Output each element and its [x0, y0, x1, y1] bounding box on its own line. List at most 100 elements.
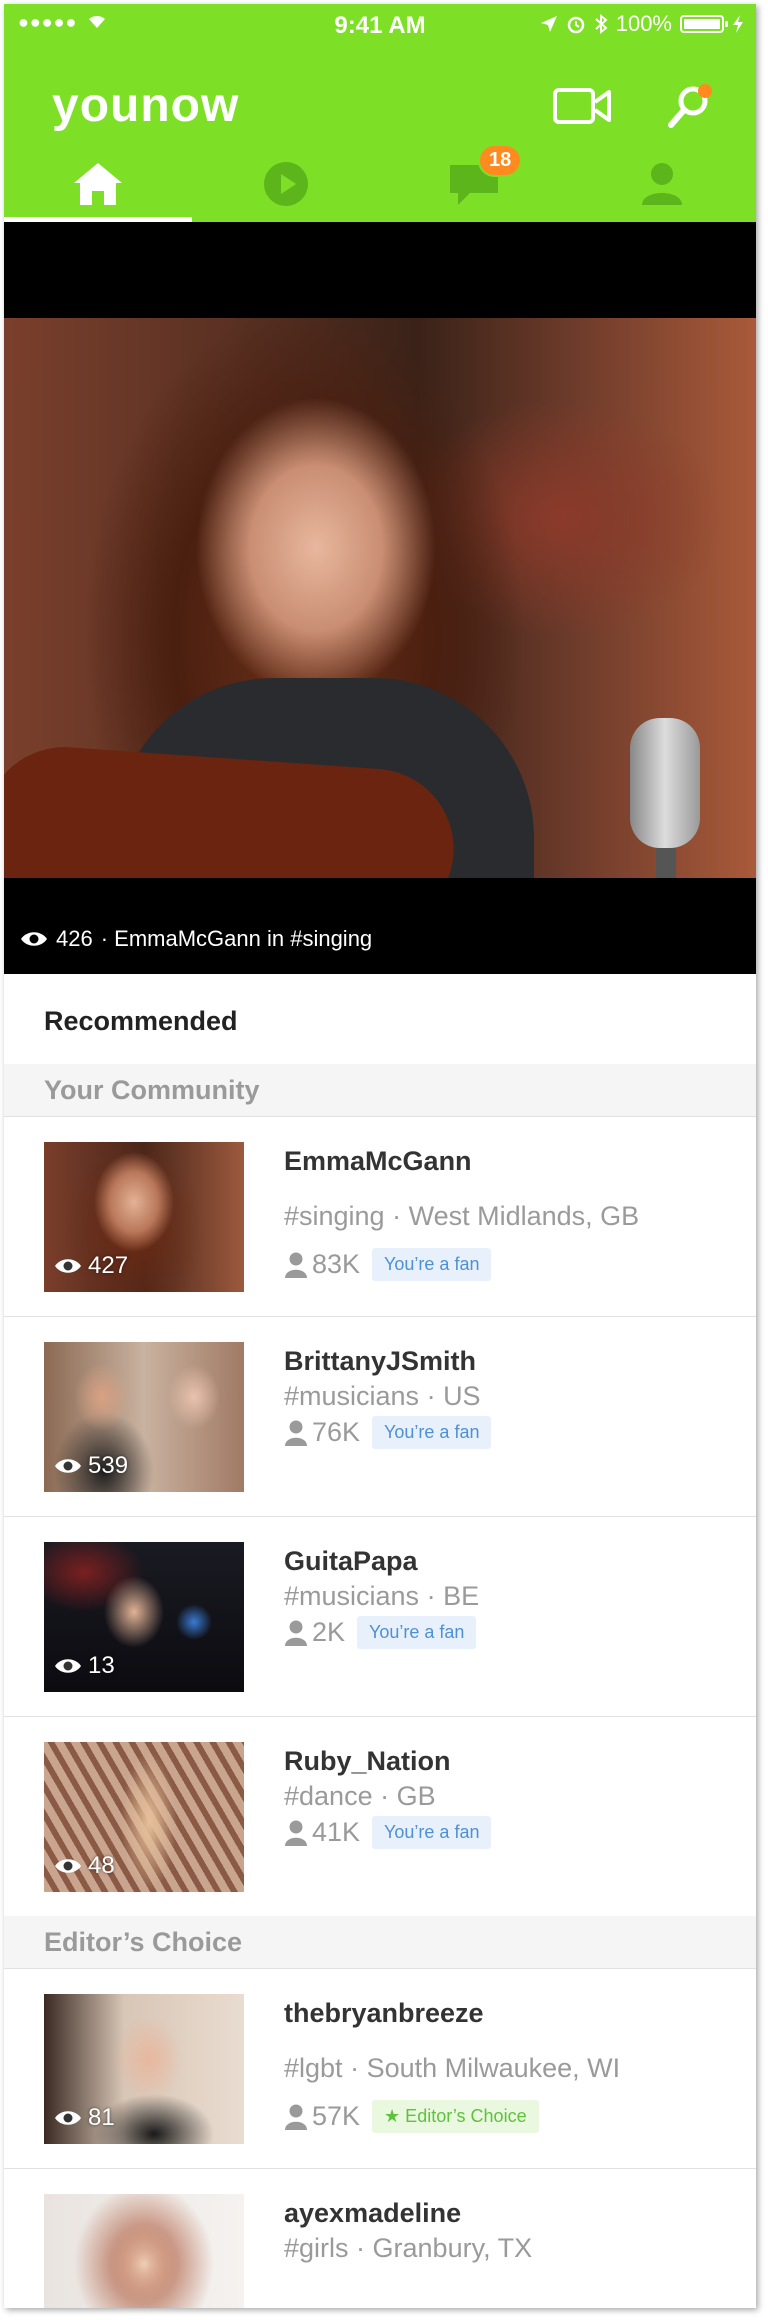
featured-broadcast[interactable]: 426 · EmmaMcGann in #singing	[4, 222, 756, 974]
views-value: 48	[88, 1852, 115, 1879]
fan-count: 2K	[312, 1617, 346, 1647]
app-frame: ●●●●● 9:41 AM 100% younow 18 426 · EmmaM…	[4, 4, 756, 2308]
broadcast-thumbnail[interactable]: 539	[44, 1342, 244, 1492]
broadcaster-info: EmmaMcGann #singing · West Midlands, GB …	[284, 1146, 736, 1281]
separator: ·	[342, 2053, 367, 2083]
broadcaster-info: ayexmadeline #girls · Granbury, TX	[284, 2198, 736, 2264]
tag[interactable]: #singing	[284, 1201, 385, 1231]
eye-icon	[55, 1459, 81, 1473]
location-icon	[540, 16, 557, 32]
fan-count: 83K	[312, 1249, 361, 1279]
fan-count: 41K	[312, 1817, 361, 1847]
broadcaster-name[interactable]: EmmaMcGann	[284, 1146, 736, 1177]
tab-profile[interactable]	[568, 146, 756, 222]
broadcast-tag-location: #lgbt · South Milwaukee, WI	[284, 2053, 736, 2084]
broadcaster-name[interactable]: GuitaPapa	[284, 1546, 736, 1577]
bluetooth-icon	[595, 14, 608, 34]
broadcast-thumbnail[interactable]: 81	[44, 1994, 244, 2144]
list-item[interactable]: 81 thebryanbreeze #lgbt · South Milwauke…	[4, 1968, 756, 2169]
person-icon	[285, 2104, 307, 2130]
tag[interactable]: #lgbt	[284, 2053, 343, 2083]
location: Granbury, TX	[372, 2233, 533, 2263]
list-item[interactable]: 427 EmmaMcGann #singing · West Midlands,…	[4, 1116, 756, 1317]
fan-info: 57K ★ Editor’s Choice	[284, 2100, 736, 2133]
broadcaster-name[interactable]: Ruby_Nation	[284, 1746, 736, 1777]
go-live-button[interactable]	[550, 74, 614, 138]
location: US	[443, 1381, 481, 1411]
tag[interactable]: #musicians	[284, 1581, 419, 1611]
broadcaster-name[interactable]: ayexmadeline	[284, 2198, 736, 2229]
home-icon	[74, 163, 122, 205]
location: West Midlands, GB	[408, 1201, 640, 1231]
fan-count: 57K	[312, 2101, 361, 2131]
younow-logo[interactable]: younow	[52, 78, 239, 133]
fan-badge: You’re a fan	[372, 1416, 492, 1449]
broadcaster-name[interactable]: BrittanyJSmith	[284, 1346, 736, 1377]
fan-info: 2K You’re a fan	[284, 1616, 736, 1649]
tag[interactable]: #dance	[284, 1781, 373, 1811]
viewer-count: 427	[54, 1252, 128, 1280]
broadcaster-info: Ruby_Nation #dance · GB 41K You’re a fan	[284, 1746, 736, 1849]
views-value: 427	[88, 1252, 129, 1279]
separator: ·	[372, 1781, 397, 1811]
broadcast-thumbnail[interactable]: 13	[44, 1542, 244, 1692]
recommended-title: Recommended	[44, 1006, 238, 1036]
profile-icon	[642, 163, 682, 205]
broadcast-tag-location: #musicians · BE	[284, 1581, 736, 1612]
broadcast-tag-location: #dance · GB	[284, 1781, 736, 1812]
section-title: Editor’s Choice	[44, 1927, 243, 1957]
fan-badge: You’re a fan	[357, 1616, 477, 1649]
location: BE	[443, 1581, 480, 1611]
eye-icon	[55, 2111, 81, 2125]
broadcaster-info: GuitaPapa #musicians · BE 2K You’re a fa…	[284, 1546, 736, 1649]
list-item[interactable]: 13 GuitaPapa #musicians · BE 2K You’re a…	[4, 1516, 756, 1717]
broadcast-thumbnail[interactable]: 48	[44, 1742, 244, 1892]
fan-badge: You’re a fan	[372, 1816, 492, 1849]
battery-percent: 100%	[615, 11, 672, 36]
tab-messages[interactable]: 18	[380, 144, 568, 222]
person-icon	[285, 1620, 307, 1646]
tab-home[interactable]	[4, 146, 192, 222]
fan-info: 83K You’re a fan	[284, 1248, 736, 1281]
notification-dot	[698, 84, 712, 98]
charging-icon	[733, 15, 743, 33]
search-icon	[668, 84, 712, 128]
tab-trending[interactable]	[192, 146, 380, 222]
list-item[interactable]: 48 Ruby_Nation #dance · GB 41K You’re a …	[4, 1716, 756, 1917]
eye-icon	[21, 932, 47, 946]
viewer-count: 48	[54, 1852, 115, 1880]
broadcast-thumbnail[interactable]	[44, 2194, 244, 2308]
views-value: 81	[88, 2104, 115, 2131]
tab-bar: 18	[4, 144, 756, 222]
fan-badge: You’re a fan	[372, 1248, 492, 1281]
location: South Milwaukee, WI	[366, 2053, 621, 2083]
viewer-count: 81	[54, 2104, 115, 2132]
play-icon	[264, 162, 308, 206]
list-item[interactable]: 539 BrittanyJSmith #musicians · US 76K Y…	[4, 1316, 756, 1517]
tag[interactable]: #musicians	[284, 1381, 419, 1411]
featured-video[interactable]	[4, 318, 756, 878]
person-icon	[285, 1252, 307, 1278]
views-value: 539	[88, 1452, 129, 1479]
list-item[interactable]: ayexmadeline #girls · Granbury, TX	[4, 2168, 756, 2308]
app-header: younow 18	[4, 44, 756, 222]
person-icon	[285, 1420, 307, 1446]
broadcaster-info: BrittanyJSmith #musicians · US 76K You’r…	[284, 1346, 736, 1449]
broadcast-tag-location: #musicians · US	[284, 1381, 736, 1412]
eye-icon	[55, 1259, 81, 1273]
search-button[interactable]	[658, 74, 722, 138]
featured-views: 426	[56, 926, 93, 951]
battery-icon	[680, 15, 728, 33]
broadcast-tag-location: #singing · West Midlands, GB	[284, 1201, 736, 1232]
messages-badge: 18	[478, 144, 523, 177]
person-icon	[285, 1820, 307, 1846]
separator: ·	[384, 1201, 409, 1231]
featured-title: · EmmaMcGann in #singing	[100, 926, 373, 951]
broadcast-thumbnail[interactable]: 427	[44, 1142, 244, 1292]
phone-screen: ●●●●● 9:41 AM 100% younow 18 426 · EmmaM…	[0, 0, 768, 2320]
tag[interactable]: #girls	[284, 2233, 349, 2263]
location: GB	[396, 1781, 436, 1811]
broadcaster-name[interactable]: thebryanbreeze	[284, 1998, 736, 2029]
viewer-count: 539	[54, 1452, 128, 1480]
eye-icon	[55, 1859, 81, 1873]
